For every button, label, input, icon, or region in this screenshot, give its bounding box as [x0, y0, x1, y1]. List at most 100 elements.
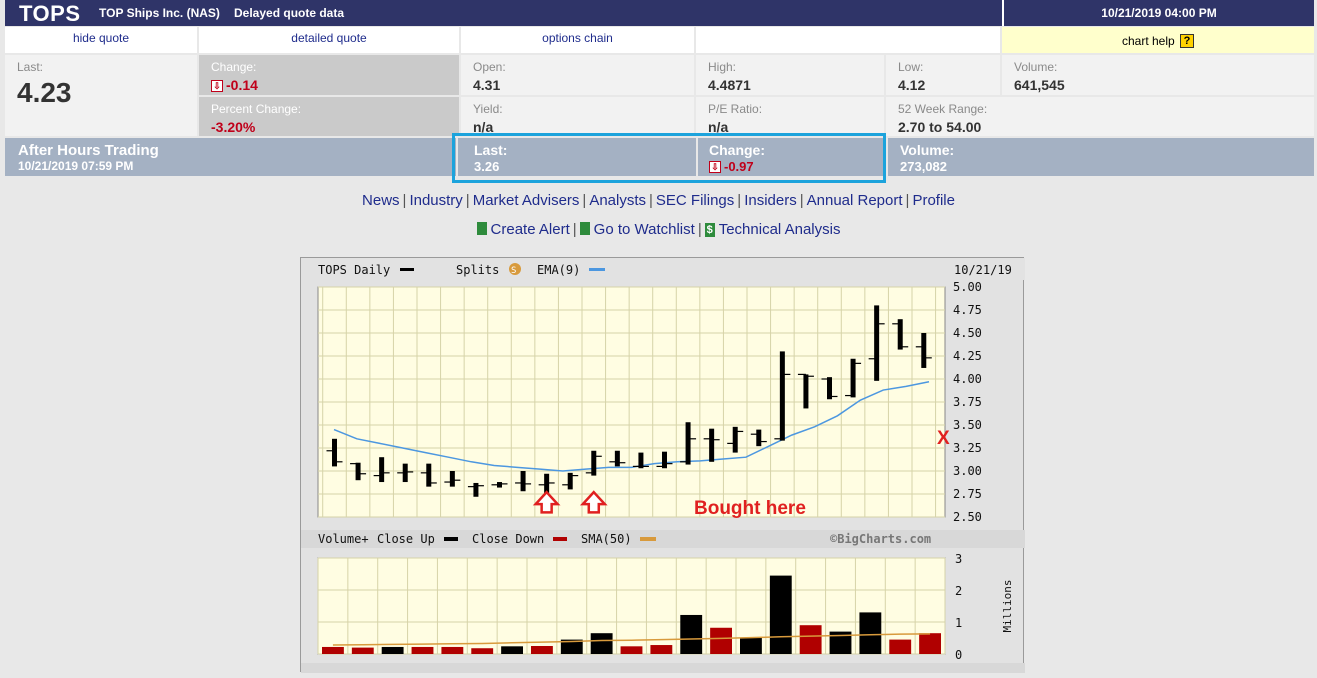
chart-date-label: 10/21/19: [954, 263, 1012, 277]
volume-bar: [381, 646, 404, 654]
price-tick-label: 3.25: [953, 441, 982, 455]
quote-nav: hide quote detailed quote options chain …: [5, 27, 1314, 53]
chart-symbol-label: TOPS Daily: [318, 263, 390, 277]
splits-label: Splits: [456, 263, 499, 277]
volume-unit-label: Millions: [1001, 580, 1014, 633]
detailed-quote-link[interactable]: detailed quote: [199, 27, 461, 53]
quote-datetime: 10/21/2019 04:00 PM: [1002, 0, 1314, 26]
link-insiders[interactable]: Insiders: [744, 192, 797, 209]
link-separator: |: [799, 192, 804, 209]
price-bar: [803, 374, 809, 409]
price-bar: [756, 429, 762, 447]
options-chain-link[interactable]: options chain: [461, 27, 696, 53]
price-legend-swatch: [400, 268, 414, 271]
volume-bar: [919, 633, 941, 654]
technical-analysis-link[interactable]: $ Technical Analysis: [704, 221, 840, 238]
low-value: 4.12: [898, 77, 926, 93]
volume-bar: [441, 646, 464, 654]
price-bar: [779, 351, 785, 441]
close-down-label: Close Down: [472, 532, 544, 546]
price-chart[interactable]: TOPS Daily Splits S EMA(9) 10/21/19 5.00 4.75 4…: [300, 257, 1025, 673]
pct-change-cell: Percent Change: -3.20%: [199, 97, 461, 138]
volume-bar: [351, 647, 374, 654]
after-hours-title: After Hours Trading: [18, 142, 159, 159]
chart-svg: TOPS Daily Splits S EMA(9) 10/21/19 5.00 4.75 4…: [301, 258, 1025, 673]
create-alert-link[interactable]: Create Alert: [476, 221, 570, 238]
link-analysts[interactable]: Analysts: [589, 192, 646, 209]
ah-volume-label: Volume:: [900, 142, 955, 158]
close-up-label: Close Up: [377, 532, 435, 546]
create-alert-label: Create Alert: [490, 221, 570, 238]
nav-blank: [696, 27, 1002, 53]
close-up-swatch: [444, 537, 458, 541]
volume-bar: [471, 648, 494, 654]
chart-help-link[interactable]: chart help ?: [1002, 27, 1314, 53]
splits-icon-glyph: S: [511, 266, 516, 276]
range-label: 52 Week Range:: [898, 102, 988, 116]
last-label: Last:: [17, 60, 44, 74]
dollar-icon: $: [704, 223, 715, 237]
volume-bar: [769, 575, 792, 654]
calculator-icon: [476, 222, 487, 235]
watchlist-link[interactable]: Go to Watchlist: [579, 221, 695, 238]
volume-bar: [859, 612, 882, 654]
price-bar: [449, 471, 455, 487]
company-name: TOP Ships Inc. (NAS): [99, 6, 220, 20]
sma-legend-swatch: [640, 537, 656, 541]
price-tick-label: 4.50: [953, 326, 982, 340]
link-profile[interactable]: Profile: [912, 192, 955, 209]
volume-bar: [590, 633, 613, 654]
price-bar: [662, 451, 667, 469]
price-tick-label: 4.75: [953, 303, 982, 317]
price-bar: [921, 333, 927, 368]
range-cell: 52 Week Range: 2.70 to 54.00: [886, 97, 1314, 138]
link-industry[interactable]: Industry: [409, 192, 462, 209]
ah-volume-value: 273,082: [900, 159, 947, 174]
volume-tick-label: 2: [955, 584, 962, 598]
price-tick-label: 4.00: [953, 372, 982, 386]
price-tick-label: 2.50: [953, 510, 982, 524]
pct-change-label: Percent Change:: [211, 102, 302, 116]
price-tick-label: 3.00: [953, 464, 982, 478]
volume-bar: [411, 646, 434, 654]
link-news[interactable]: News: [362, 192, 400, 209]
volume-tick-label: 3: [955, 552, 962, 566]
change-number: -0.14: [226, 77, 258, 93]
link-annual-report[interactable]: Annual Report: [807, 192, 903, 209]
calculator-icon: [579, 222, 590, 235]
low-label: Low:: [898, 60, 924, 74]
price-bar: [379, 457, 385, 483]
link-sec-filings[interactable]: SEC Filings: [656, 192, 734, 209]
quote-header: TOPS TOP Ships Inc. (NAS) Delayed quote …: [5, 0, 1314, 26]
volume-label: Volume:: [1014, 60, 1058, 74]
open-label: Open:: [473, 60, 506, 74]
volume-bar: [799, 625, 822, 654]
open-cell: Open: 4.31: [461, 55, 696, 97]
price-bar: [874, 305, 880, 381]
ema-legend-swatch: [589, 268, 605, 271]
link-separator: |: [465, 192, 470, 209]
pe-cell: P/E Ratio: n/a: [696, 97, 886, 138]
volume-bar: [889, 639, 912, 654]
high-label: High:: [708, 60, 737, 74]
link-separator: |: [697, 221, 702, 238]
last-cell: Last: 4.23: [5, 55, 199, 138]
price-tick-label: 5.00: [953, 280, 982, 294]
change-cell: Change: ⇩ -0.14: [199, 55, 461, 97]
link-market-advisers[interactable]: Market Advisers: [473, 192, 580, 209]
link-separator: |: [649, 192, 653, 209]
hide-quote-link[interactable]: hide quote: [5, 27, 199, 53]
volume-tick-label: 0: [955, 648, 962, 662]
price-tick-label: 2.75: [953, 487, 982, 501]
bigcharts-copyright: ©BigCharts.com: [830, 532, 931, 546]
price-bar: [355, 462, 361, 481]
tool-links: Create Alert | Go to Watchlist | $ Technical …: [0, 221, 1317, 238]
price-bar: [732, 426, 738, 453]
price-bar: [709, 428, 715, 462]
volume-bar: [740, 638, 762, 654]
after-hours-highlight-box: [452, 133, 886, 183]
after-hours-time: 10/21/2019 07:59 PM: [18, 159, 134, 173]
high-cell: High: 4.4871: [696, 55, 886, 97]
volume-bar: [322, 646, 344, 654]
pe-label: P/E Ratio:: [708, 102, 763, 116]
